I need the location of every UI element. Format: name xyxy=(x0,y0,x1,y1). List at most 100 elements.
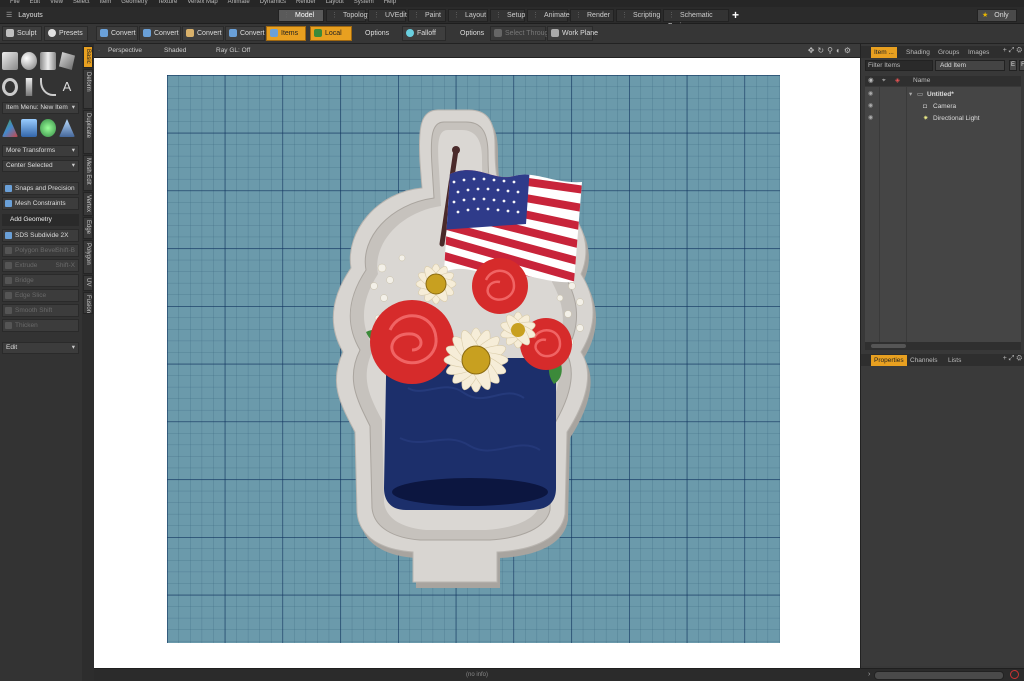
menu-item-texture[interactable]: Texture xyxy=(158,0,178,5)
vtab-vertex[interactable]: Vertex xyxy=(83,192,93,216)
ray-gl-menu[interactable]: Ray GL: Off xyxy=(216,47,250,54)
menu-item-system[interactable]: System xyxy=(354,0,374,5)
add-geometry-header[interactable]: Add Geometry xyxy=(2,214,79,226)
layouts-title[interactable]: ☰ Layouts xyxy=(6,11,43,19)
torus-icon[interactable] xyxy=(2,78,18,96)
curve-icon[interactable] xyxy=(40,78,56,96)
eye-icon[interactable]: ◉ xyxy=(868,89,873,100)
edit-dropdown[interactable]: Edit ▾ xyxy=(2,342,79,354)
tree-row-scene[interactable]: ◉ ▾ ▭ Untitled* xyxy=(865,89,1021,100)
vtab-duplicate[interactable]: Duplicate xyxy=(83,110,93,154)
layout-tab-topology[interactable]: ⋮ Topology xyxy=(326,9,371,22)
camera-icon[interactable] xyxy=(21,119,37,137)
layout-tab-schematic-fusion[interactable]: ⋮Schematic Fusion xyxy=(663,9,729,30)
vtab-polygon[interactable]: Polygon xyxy=(83,240,93,274)
f-button[interactable]: F xyxy=(1019,60,1024,71)
convert-button-3[interactable]: Convert xyxy=(182,26,224,41)
work-plane-button[interactable]: Work Plane xyxy=(547,26,598,41)
tab-groups[interactable]: Groups xyxy=(935,47,962,58)
vtab-deform[interactable]: Deform xyxy=(83,69,93,109)
filter-items-input[interactable]: Filter Items xyxy=(865,60,933,71)
perspective-menu[interactable]: Perspective xyxy=(108,47,142,54)
tree-scrollbar[interactable] xyxy=(865,342,1021,350)
convert-button-1[interactable]: Convert xyxy=(96,26,138,41)
layout-tab-paint[interactable]: ⋮ Paint xyxy=(408,9,446,22)
edge-slice-button[interactable]: Edge Slice xyxy=(2,289,79,302)
menu-item-geometry[interactable]: Geometry xyxy=(121,0,147,5)
layout-tab-setup[interactable]: ⋮ Setup xyxy=(490,9,525,22)
scroll-thumb[interactable] xyxy=(871,344,906,348)
menu-item-dynamics[interactable]: Dynamics xyxy=(260,0,286,5)
polygon-bevel-button[interactable]: Polygon Bevel Shift-B xyxy=(2,244,79,257)
locator-icon[interactable] xyxy=(2,119,18,137)
layout-tab-layout[interactable]: ⋮ Layout xyxy=(448,9,488,22)
name-column-header[interactable]: Name xyxy=(913,76,930,86)
light-icon[interactable] xyxy=(40,119,56,137)
sds-subdivide-button[interactable]: SDS Subdivide 2X xyxy=(2,229,79,242)
convert-button-2[interactable]: Convert xyxy=(139,26,181,41)
center-selected-dropdown[interactable]: Center Selected ▾ xyxy=(2,160,79,172)
local-button[interactable]: Local xyxy=(310,26,352,41)
box-icon[interactable] xyxy=(59,52,75,70)
menu-item-item[interactable]: Item xyxy=(100,0,112,5)
sphere-icon[interactable] xyxy=(21,52,37,70)
text-icon[interactable]: A xyxy=(59,78,75,96)
vtab-uv[interactable]: UV xyxy=(83,275,93,291)
vtab-basic[interactable]: Basic xyxy=(83,46,93,68)
tab-channels[interactable]: Channels xyxy=(907,355,940,366)
menu-item-render[interactable]: Render xyxy=(296,0,316,5)
eye-icon[interactable]: ◉ xyxy=(868,101,873,112)
more-transforms-dropdown[interactable]: More Transforms ▾ xyxy=(2,145,79,157)
menu-item-select[interactable]: Select xyxy=(73,0,90,5)
cube-icon[interactable] xyxy=(2,52,18,70)
e-button[interactable]: E xyxy=(1009,60,1017,71)
smooth-shift-button[interactable]: Smooth Shift xyxy=(2,304,79,317)
panel-options-icon[interactable]: + ⤢ ⚙ xyxy=(1003,47,1022,55)
snaps-button[interactable]: Snaps and Precision xyxy=(2,182,79,195)
add-item-button[interactable]: Add Item xyxy=(935,60,1005,71)
menu-item-edit[interactable]: Edit xyxy=(30,0,40,5)
menu-item-help[interactable]: Help xyxy=(384,0,396,5)
viewport-nav-icons[interactable]: ✥↻⚲◐⚙ xyxy=(808,46,854,55)
tab-shading[interactable]: Shading xyxy=(903,47,933,58)
layout-tab-render[interactable]: ⋮ Render xyxy=(570,9,614,22)
layout-tab-animate[interactable]: ⋮ Animate xyxy=(527,9,570,22)
viewport-options-icon[interactable]: · xyxy=(98,47,100,54)
command-input[interactable] xyxy=(874,671,1004,680)
bridge-button[interactable]: Bridge xyxy=(2,274,79,287)
select-through-button[interactable]: Select Through xyxy=(490,26,552,41)
mesh-constraints-button[interactable]: Mesh Constraints xyxy=(2,197,79,210)
tab-images[interactable]: Images xyxy=(965,47,992,58)
menu-item-layout[interactable]: Layout xyxy=(326,0,344,5)
panel-options-icon[interactable]: + ⤢ ⚙ xyxy=(1003,355,1022,363)
tab-item[interactable]: Item ... xyxy=(871,47,897,58)
item-menu-dropdown[interactable]: Item Menu: New Item ▾ xyxy=(2,102,79,114)
vtab-mesh-edit[interactable]: Mesh Edit xyxy=(83,155,93,191)
sculpt-button[interactable]: Sculpt xyxy=(2,26,42,41)
options-button-1[interactable]: Options xyxy=(358,26,398,41)
options-button-2[interactable]: Options xyxy=(453,26,489,41)
vtab-edge[interactable]: Edge xyxy=(83,217,93,239)
tree-row-light[interactable]: ◉ ✷ Directional Light xyxy=(865,113,1021,124)
eye-icon[interactable]: ◉ xyxy=(868,113,873,124)
record-icon[interactable] xyxy=(1010,670,1019,679)
only-button[interactable]: ★ Only xyxy=(977,9,1017,22)
thicken-button[interactable]: Thicken xyxy=(2,319,79,332)
falloff-button[interactable]: Falloff xyxy=(402,26,446,41)
items-button[interactable]: Items xyxy=(266,26,306,41)
vtab-fusion[interactable]: Fusion xyxy=(83,292,93,314)
menu-item-animate[interactable]: Animate xyxy=(228,0,250,5)
layout-tab-scripting[interactable]: ⋮ Scripting xyxy=(616,9,661,22)
cylinder-icon[interactable] xyxy=(40,52,56,70)
tree-row-camera[interactable]: ◉ ◘ Camera xyxy=(865,101,1021,112)
convert-button-4[interactable]: Convert xyxy=(225,26,265,41)
menu-item-file[interactable]: File xyxy=(10,0,20,5)
viewport[interactable] xyxy=(94,58,860,668)
cone-icon[interactable] xyxy=(59,119,75,137)
tab-properties[interactable]: Properties xyxy=(871,355,907,366)
shaded-menu[interactable]: Shaded xyxy=(164,47,186,54)
extrude-button[interactable]: Extrude Shift-X xyxy=(2,259,79,272)
presets-button[interactable]: Presets xyxy=(44,26,88,41)
menu-item-view[interactable]: View xyxy=(50,0,63,5)
layout-tab-uvedit[interactable]: ⋮ UVEdit xyxy=(368,9,407,22)
